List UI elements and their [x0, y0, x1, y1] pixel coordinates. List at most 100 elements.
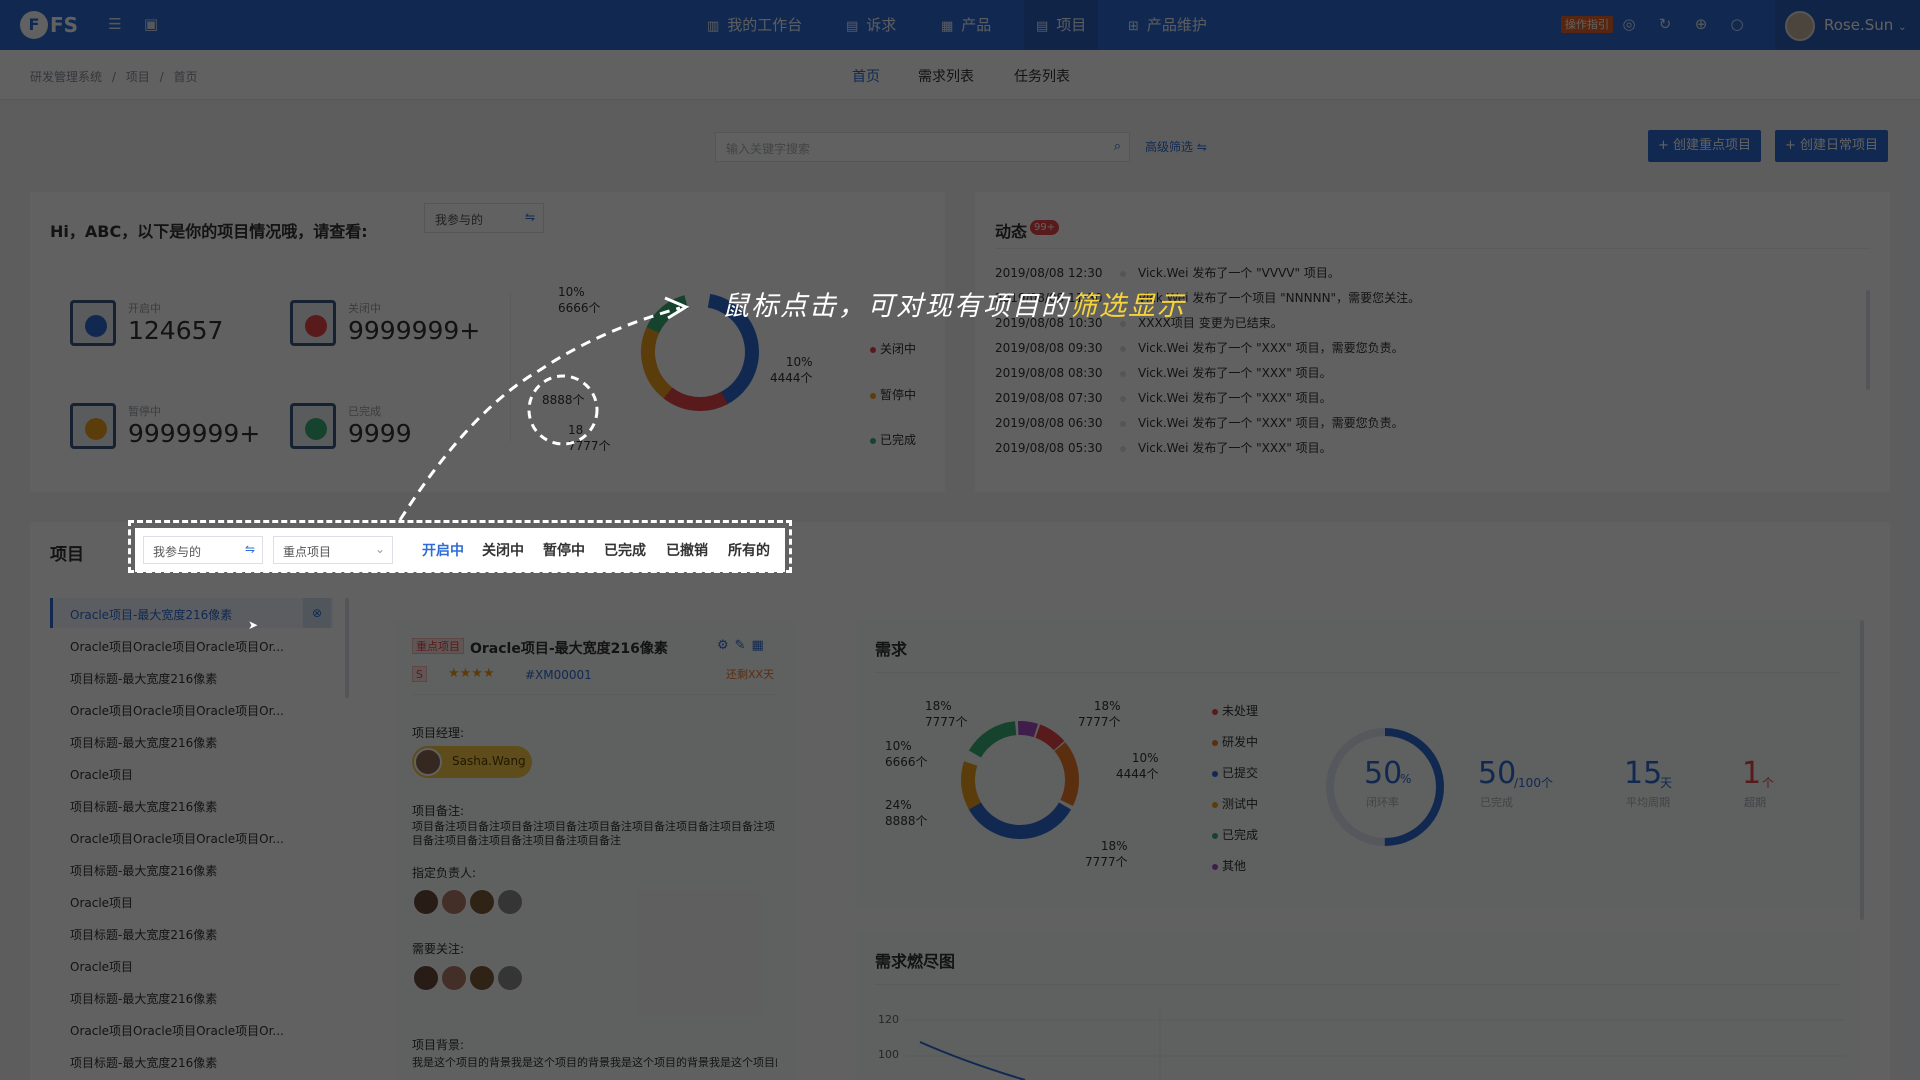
project-list-item[interactable]: Oracle项目 [70, 894, 133, 911]
donut-label: 10% 4444个 [1116, 751, 1159, 781]
avatar[interactable] [468, 964, 496, 992]
breadcrumb-item[interactable]: 项目 [126, 70, 150, 84]
legend-completed[interactable]: 已完成 [1212, 826, 1258, 843]
refresh-icon[interactable]: ↻ [1656, 15, 1674, 33]
notification-icon[interactable]: ○ [1728, 15, 1746, 33]
avatar[interactable] [468, 888, 496, 916]
activity-item[interactable]: 2019/08/08 08:30 Vick.Wei 发布了一个 "XXX" 项目。 [995, 364, 1332, 381]
tab-home[interactable]: 首页 [852, 66, 880, 86]
detail-scrollbar[interactable] [1860, 620, 1864, 920]
logo-mark: F [20, 11, 48, 39]
monitor-icon[interactable]: ▣ [142, 15, 160, 33]
avatar[interactable] [440, 888, 468, 916]
user-name: Rose.Sun ⌄ [1824, 16, 1907, 34]
globe-icon[interactable]: ⊕ [1692, 15, 1710, 33]
fs-logo[interactable]: F FS [20, 11, 84, 39]
nav-product-maintenance[interactable]: ⊞ 产品维护 [1116, 0, 1219, 50]
breadcrumb: 研发管理系统 / 项目 / 首页 [30, 70, 198, 84]
legend-paused[interactable]: 暂停中 [870, 386, 916, 403]
link-icon[interactable]: ⊗ [303, 598, 331, 628]
create-key-project-button[interactable]: + 创建重点项目 [1648, 130, 1762, 162]
stat-open[interactable]: 开启中 124657 [70, 292, 270, 352]
project-list-item[interactable]: 项目标题-最大宽度216像素 [70, 926, 217, 943]
cycle-value: 15 [1624, 756, 1663, 791]
closure-rate-value: 50 [1364, 756, 1403, 791]
activity-item[interactable]: 2019/08/08 07:30 Vick.Wei 发布了一个 "XXX" 项目。 [995, 389, 1332, 406]
breadcrumb-item: 首页 [173, 70, 198, 84]
remaining-days: 还剩XX天 [726, 668, 775, 681]
overdue-label: 超期 [1744, 796, 1766, 809]
nav-workbench[interactable]: ▥ 我的工作台 [695, 0, 814, 50]
sub-navigation: 研发管理系统 / 项目 / 首页 首页 需求列表 任务列表 [0, 50, 1920, 100]
search-input[interactable]: 输入关键字搜索 ⌕ [715, 132, 1130, 162]
advanced-filter-link[interactable]: 高级筛选 ⇋ [1145, 138, 1207, 155]
guide-hint: 鼠标点击，可对现有项目的筛选显示 [722, 291, 1186, 322]
breadcrumb-item[interactable]: 研发管理系统 [30, 70, 102, 84]
compass-icon[interactable]: ◎ [1620, 15, 1638, 33]
note-text: 项目备注项目备注项目备注项目备注项目备注项目备注项目备注项目备注项目备注项目备注… [412, 820, 775, 847]
stat-paused[interactable]: 暂停中 9999999+ [70, 395, 270, 455]
avatar[interactable] [412, 888, 440, 916]
create-daily-project-button[interactable]: + 创建日常项目 [1775, 130, 1889, 162]
activity-item[interactable]: 2019/08/08 05:30 Vick.Wei 发布了一个 "XXX" 项目。 [995, 439, 1332, 456]
nav-projects[interactable]: ▤ 项目 [1024, 0, 1099, 50]
project-list-item[interactable]: 项目标题-最大宽度216像素 [70, 670, 217, 687]
scope-select[interactable]: 我参与的 ⇋ [424, 203, 544, 233]
legend-developing[interactable]: 研发中 [1212, 733, 1258, 750]
avatar[interactable] [412, 964, 440, 992]
manager-label: 项目经理: [412, 726, 465, 740]
project-list-item[interactable]: Oracle项目Oracle项目Oracle项目Or... [70, 830, 284, 847]
inbox-icon: ▤ [846, 19, 859, 34]
project-list-item[interactable]: Oracle项目Oracle项目Oracle项目Or... [70, 1022, 284, 1039]
star-rating: ★★★★ [448, 666, 495, 681]
activity-title: 动态 [995, 222, 1028, 241]
stop-icon [290, 300, 336, 346]
tab-task-list[interactable]: 任务列表 [1014, 66, 1070, 86]
project-code[interactable]: #XM00001 [525, 668, 592, 682]
nav-requests[interactable]: ▤ 诉求 [834, 0, 908, 50]
menu-icon[interactable]: ☰ [106, 15, 124, 33]
project-list-item[interactable]: Oracle项目Oracle项目Oracle项目Or... [70, 638, 284, 655]
level-badge: S [412, 666, 427, 682]
legend-testing[interactable]: 测试中 [1212, 795, 1258, 812]
list-scrollbar[interactable] [345, 598, 349, 698]
background-text: 我是这个项目的背景我是这个项目的背景我是这个项目的背景我是这个项目的背景我是这个… [412, 1056, 777, 1069]
y-tick-label: 120 [878, 1013, 899, 1026]
avatar [414, 748, 442, 776]
project-list-item[interactable]: Oracle项目-最大宽度216像素 [70, 606, 232, 623]
settings-icon[interactable]: ⚙✎▦ [717, 638, 770, 653]
legend-done[interactable]: 已完成 [870, 431, 916, 448]
avatar[interactable] [496, 888, 524, 916]
activity-card: 动态 99+ 2019/08/08 12:30 Vick.Wei 发布了一个 "V… [975, 192, 1890, 492]
avatar[interactable] [440, 964, 468, 992]
project-list-item[interactable]: 项目标题-最大宽度216像素 [70, 798, 217, 815]
search-icon[interactable]: ⌕ [1114, 139, 1121, 154]
project-list-item[interactable]: 项目标题-最大宽度216像素 [70, 734, 217, 751]
project-list-item[interactable]: Oracle项目 [70, 958, 133, 975]
greeting: Hi，ABC，以下是你的项目情况哦，请查看: [50, 222, 368, 241]
scrollbar[interactable] [1866, 290, 1870, 390]
user-menu[interactable]: Rose.Sun ⌄ [1775, 0, 1920, 50]
donut-label: 18% 7777个 [1085, 839, 1128, 869]
project-list-item[interactable]: Oracle项目Oracle项目Oracle项目Or... [70, 702, 284, 719]
legend-closed[interactable]: 关闭中 [870, 340, 916, 357]
legend-submitted[interactable]: 已提交 [1212, 764, 1258, 781]
legend-other[interactable]: 其他 [1212, 857, 1246, 874]
legend-unprocessed[interactable]: 未处理 [1212, 702, 1258, 719]
avatar[interactable] [496, 964, 524, 992]
activity-item[interactable]: 2019/08/08 09:30 Vick.Wei 发布了一个 "XXX" 项目，… [995, 339, 1404, 356]
burndown-title: 需求燃尽图 [875, 952, 956, 971]
burndown-chart [905, 1012, 1845, 1080]
project-list-item[interactable]: 项目标题-最大宽度216像素 [70, 862, 217, 879]
activity-item[interactable]: 2019/08/08 12:30 Vick.Wei 发布了一个 "VVVV" 项目… [995, 264, 1340, 281]
activity-item[interactable]: 2019/08/08 06:30 Vick.Wei 发布了一个 "XXX" 项目，… [995, 414, 1404, 431]
manager-chip[interactable]: Sasha.Wang [412, 746, 532, 778]
tab-demand-list[interactable]: 需求列表 [918, 66, 974, 86]
nav-products[interactable]: ▦ 产品 [929, 0, 1003, 50]
key-project-tag: 重点项目 [412, 638, 464, 654]
guide-badge[interactable]: 操作指引 [1561, 16, 1613, 33]
project-list-item[interactable]: Oracle项目 [70, 766, 133, 783]
project-list-item[interactable]: 项目标题-最大宽度216像素 [70, 990, 217, 1007]
cursor-icon: ➤ [248, 618, 259, 632]
project-list-item[interactable]: 项目标题-最大宽度216像素 [70, 1054, 217, 1071]
